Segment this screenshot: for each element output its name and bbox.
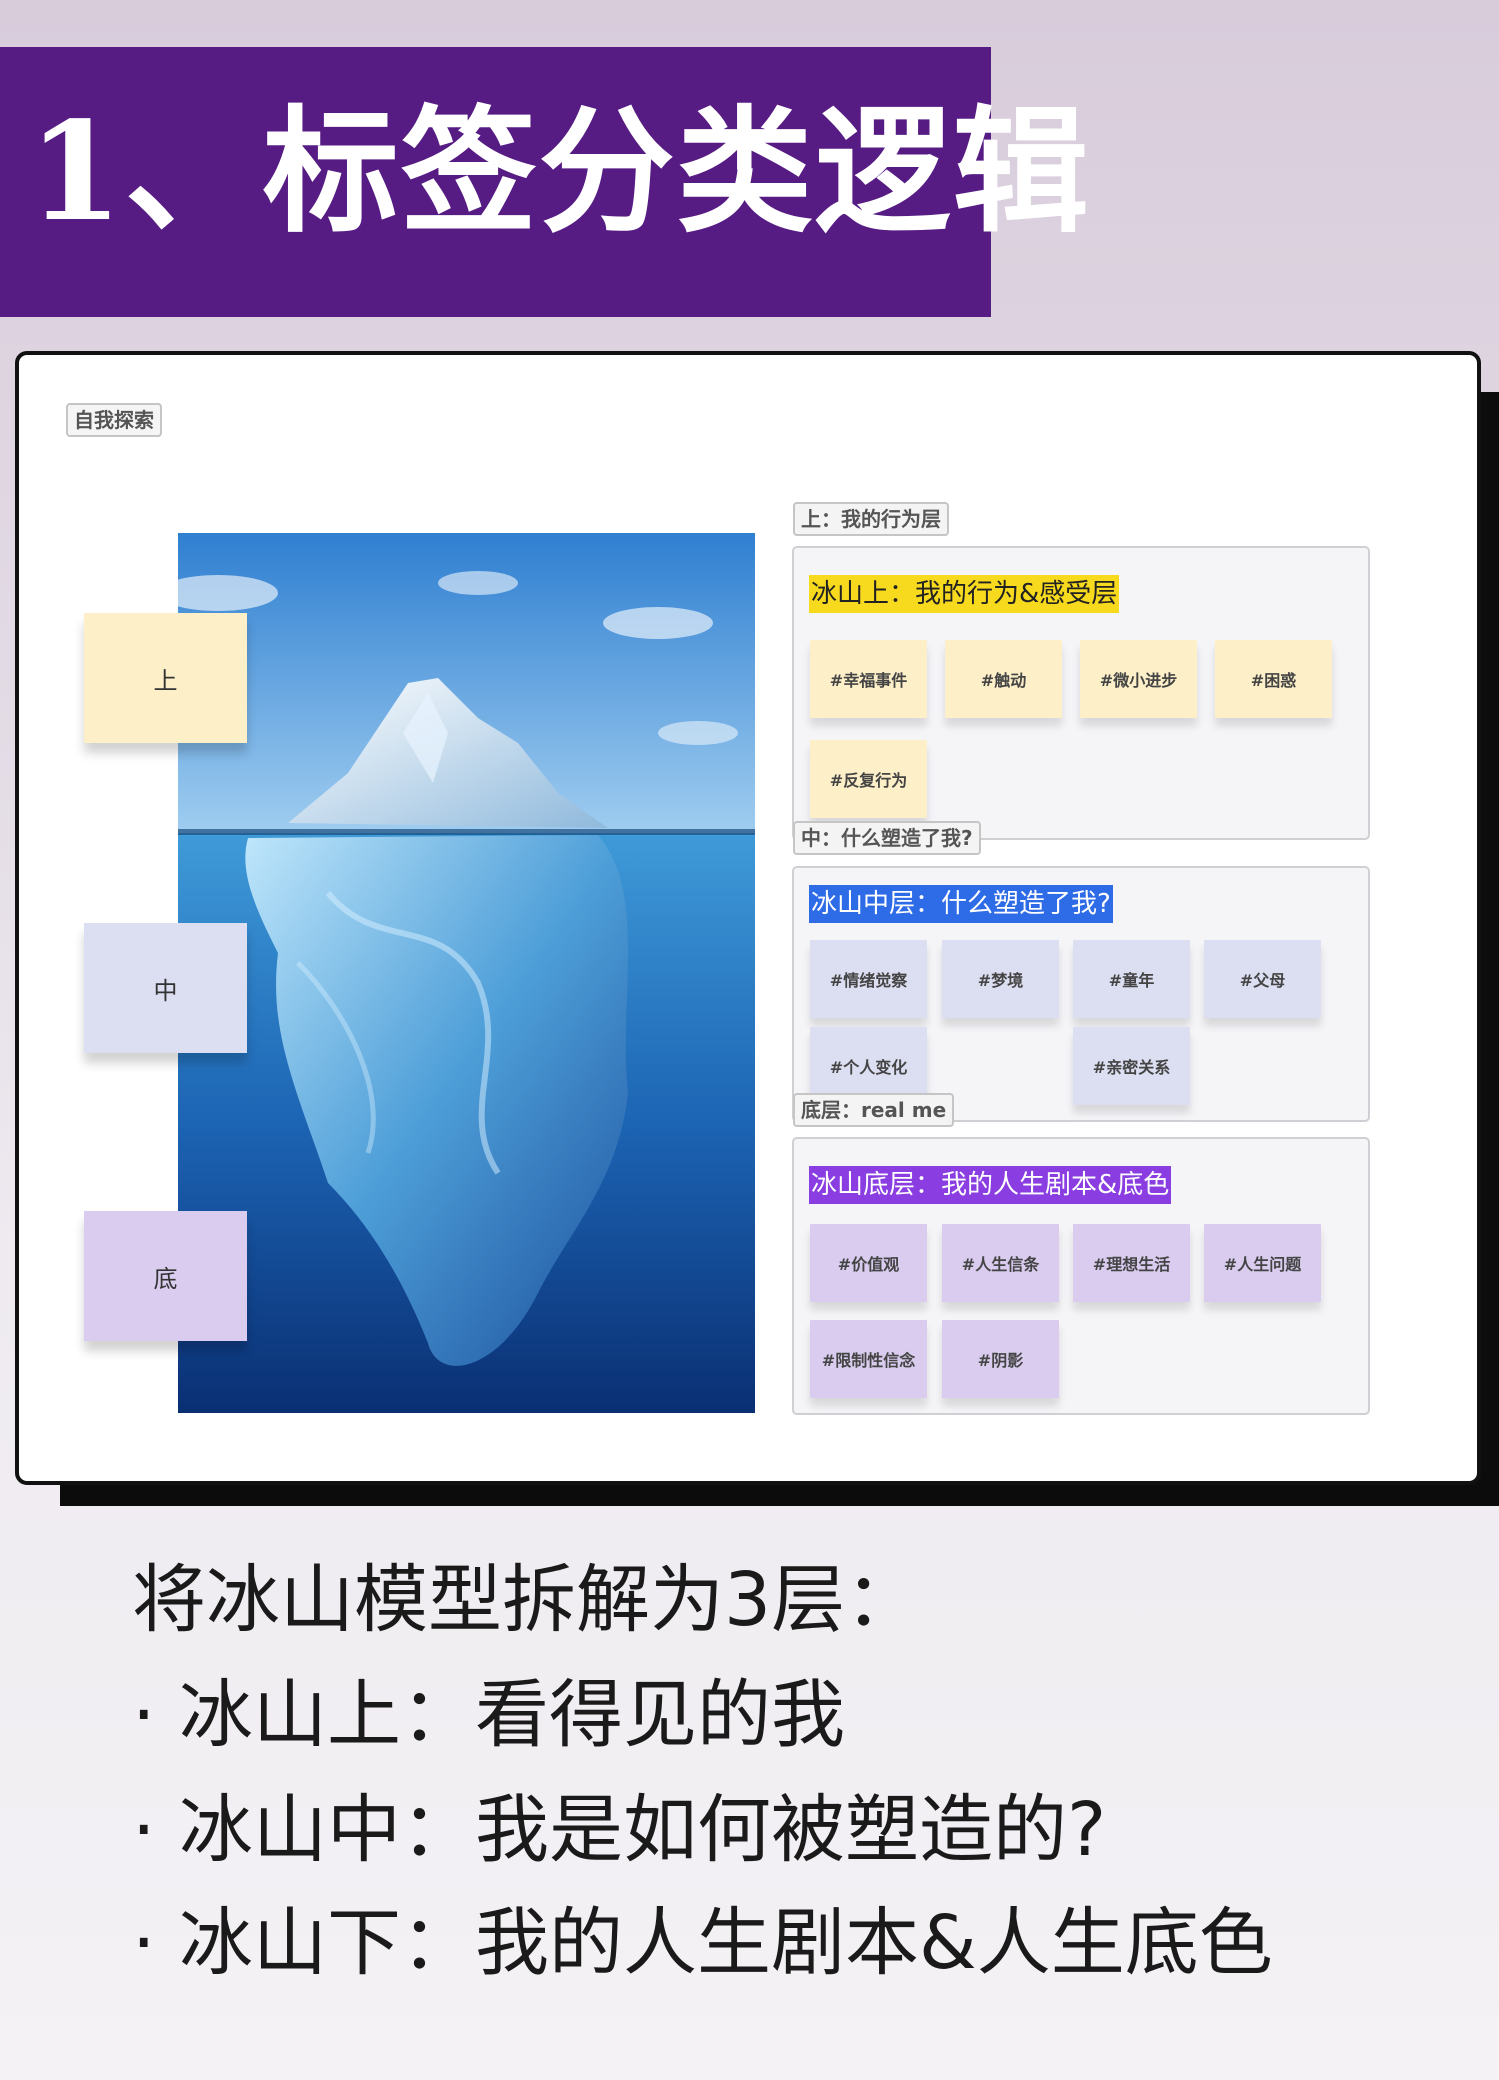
section-tag-middle[interactable]: 中：什么塑造了我? bbox=[793, 821, 981, 855]
tag-note[interactable]: #梦境 bbox=[942, 940, 1059, 1018]
section-tag-top[interactable]: 上：我的行为层 bbox=[793, 502, 949, 536]
section-bottom-heading: 冰山底层：我的人生剧本&底色 bbox=[809, 1166, 1172, 1204]
tag-note[interactable]: #触动 bbox=[945, 640, 1062, 718]
tag-note[interactable]: #限制性信念 bbox=[810, 1320, 927, 1398]
caption-item: · 冰山中：我是如何被塑造的? bbox=[132, 1787, 1107, 1873]
section-middle-heading: 冰山中层：什么塑造了我? bbox=[809, 885, 1113, 923]
tag-note[interactable]: #微小进步 bbox=[1080, 640, 1197, 718]
tag-note[interactable]: #人生问题 bbox=[1204, 1224, 1321, 1302]
caption-item: · 冰山上：看得见的我 bbox=[132, 1672, 846, 1758]
tag-note[interactable]: #反复行为 bbox=[810, 740, 927, 818]
tag-note[interactable]: #困惑 bbox=[1215, 640, 1332, 718]
level-note-bottom[interactable]: 底 bbox=[84, 1211, 247, 1341]
tag-note[interactable]: #亲密关系 bbox=[1073, 1027, 1190, 1105]
page-title: 1、标签分类逻辑 bbox=[28, 92, 1091, 252]
tag-note[interactable]: #阴影 bbox=[942, 1320, 1059, 1398]
tag-note[interactable]: #童年 bbox=[1073, 940, 1190, 1018]
iceberg-image bbox=[178, 533, 755, 1413]
tag-note[interactable]: #父母 bbox=[1204, 940, 1321, 1018]
level-note-middle[interactable]: 中 bbox=[84, 923, 247, 1053]
tag-note[interactable]: #幸福事件 bbox=[810, 640, 927, 718]
section-tag-bottom[interactable]: 底层：real me bbox=[793, 1093, 955, 1127]
tag-note[interactable]: #人生信条 bbox=[942, 1224, 1059, 1302]
caption-intro: 将冰山模型拆解为3层： bbox=[132, 1557, 920, 1643]
tag-note[interactable]: #价值观 bbox=[810, 1224, 927, 1302]
board-tag[interactable]: 自我探索 bbox=[66, 403, 162, 437]
tag-note[interactable]: #理想生活 bbox=[1073, 1224, 1190, 1302]
tag-note[interactable]: #情绪觉察 bbox=[810, 940, 927, 1018]
caption-item: · 冰山下：我的人生剧本&人生底色 bbox=[132, 1900, 1273, 1986]
section-top-heading: 冰山上：我的行为&感受层 bbox=[809, 575, 1120, 613]
level-note-top[interactable]: 上 bbox=[84, 613, 247, 743]
